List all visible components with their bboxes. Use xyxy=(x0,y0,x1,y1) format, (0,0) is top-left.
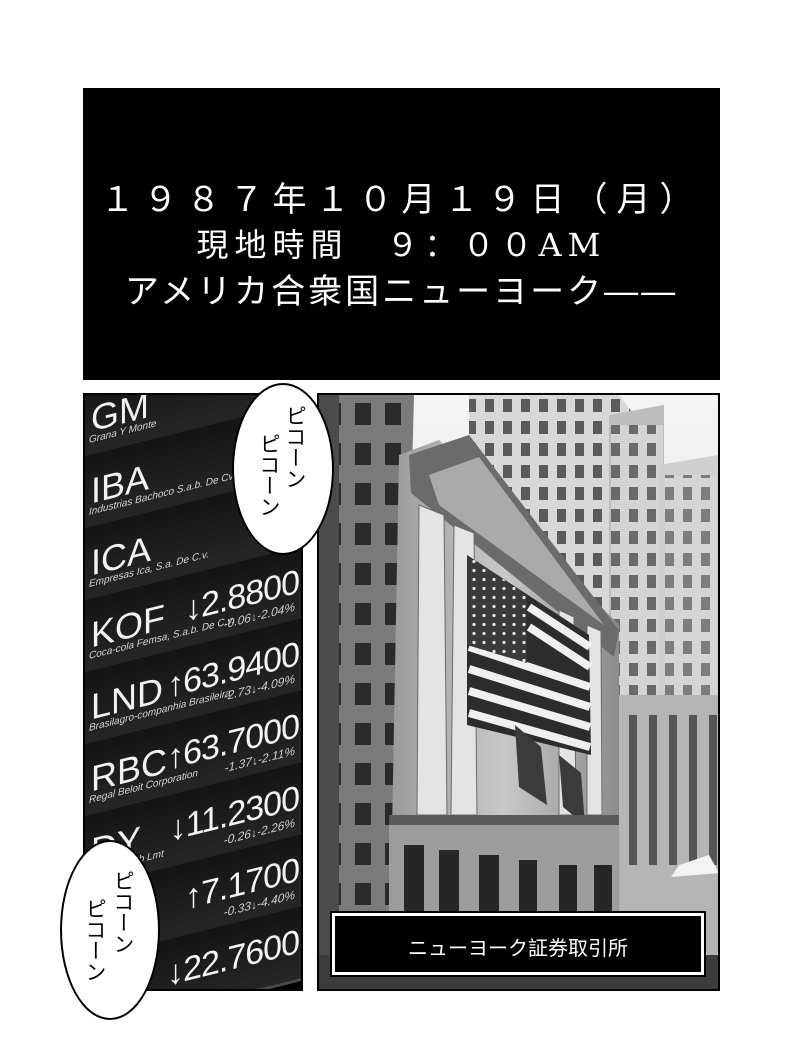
caption-time: 現地時間 ９：００AM xyxy=(196,226,607,264)
location-label: ニューヨーク証券取引所 xyxy=(408,936,628,960)
caption-panel: １９８７年１０月１９日（月） 現地時間 ９：００AM アメリカ合衆国ニューヨーク… xyxy=(83,88,720,380)
sound-effect-bubble-top: ピコーン ピコーン xyxy=(232,383,334,555)
sound-effect-text: ピコーン xyxy=(283,405,307,489)
sound-effect-text: ピコーン xyxy=(111,870,135,954)
stock-exchange-building-panel xyxy=(317,393,720,991)
sound-effect-text: ピコーン xyxy=(257,433,281,517)
sound-effect-text: ピコーン xyxy=(83,898,107,982)
caption-date: １９８７年１０月１９日（月） xyxy=(100,180,703,220)
caption-place: アメリカ合衆国ニューヨーク―― xyxy=(124,272,679,312)
sound-effect-bubble-bottom: ピコーン ピコーン xyxy=(60,840,160,1020)
stock-exchange-building-illustration xyxy=(319,395,718,989)
location-caption-box: ニューヨーク証券取引所 xyxy=(332,913,704,975)
